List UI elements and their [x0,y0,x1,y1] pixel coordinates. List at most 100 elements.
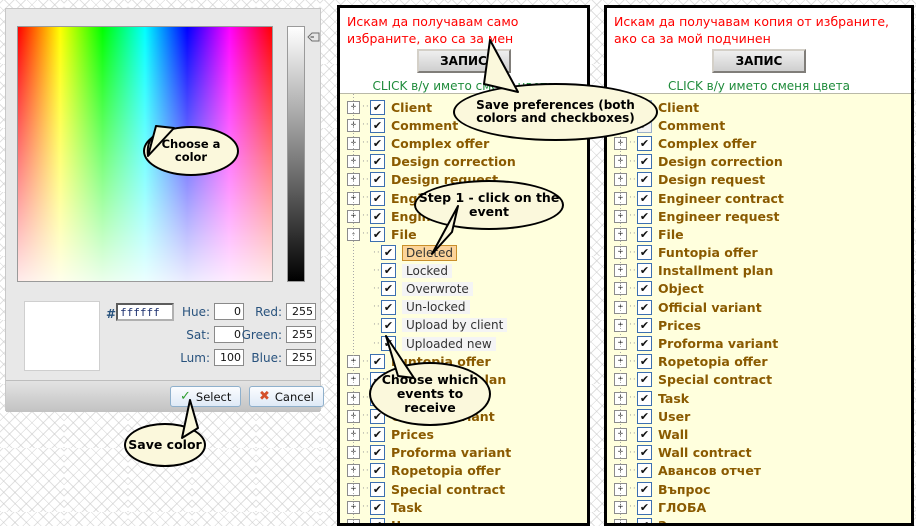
tree-row[interactable]: +··✔Ropetopia offer [340,462,587,480]
tree-row-label[interactable]: Comment [658,118,725,133]
tree-row[interactable]: +··✔Въпрос [607,480,911,498]
checkbox-icon[interactable]: ✔ [370,117,385,133]
checkbox-icon[interactable]: ✔ [637,499,652,515]
tree-row-label[interactable]: Task [391,500,422,515]
checkbox-icon[interactable]: ✔ [370,463,385,479]
tree-row-label[interactable]: Un-locked [402,300,470,315]
tree-row-label[interactable]: Locked [402,263,452,278]
hue-input[interactable] [214,303,244,320]
tree-row[interactable]: ·· ✔ Overwrote [340,280,587,298]
tree-row[interactable]: +··✔Official variant [607,298,911,316]
tree-row[interactable]: +··✔Object [607,280,911,298]
tree-row-label[interactable]: Design correction [658,154,783,169]
tree-row-label[interactable]: Proforma variant [658,336,778,351]
tree-row[interactable]: +··✔Special contract [340,480,587,498]
tree-row-label[interactable]: Wall contract [658,445,752,460]
checkbox-icon[interactable]: ✔ [381,299,396,315]
tree-row[interactable]: +··✔Ropetopia offer [607,353,911,371]
luminance-slider[interactable] [287,26,305,282]
checkbox-icon[interactable]: ✔ [370,154,385,170]
tree-row-label[interactable]: Prices [658,318,701,333]
tree-row-label[interactable]: Funtopia offer [658,245,758,260]
checkbox-icon[interactable]: ✔ [370,172,385,188]
checkbox-icon[interactable]: ✔ [381,263,396,279]
tree-row[interactable]: +··✔Task [607,389,911,407]
checkbox-icon[interactable]: ✔ [370,445,385,461]
tree-row[interactable]: +··✔Wall contract [607,444,911,462]
tree-row[interactable]: +··✔Engineer request [607,207,911,225]
tree-row-label[interactable]: Official variant [658,300,762,315]
tree-row-label[interactable]: Client [658,100,699,115]
checkbox-icon[interactable]: ✔ [637,245,652,261]
luminance-slider-thumb-icon[interactable] [307,27,320,42]
checkbox-icon[interactable]: ✔ [370,499,385,515]
tree-row-label[interactable]: Complex offer [658,136,756,151]
tree-row-label[interactable]: Special contract [391,482,505,497]
tree-row[interactable]: +··✔ГЛОБА [607,498,911,516]
tree-row[interactable]: +··✔Prices [607,316,911,334]
tree-row-label[interactable]: Въпрос [658,482,711,497]
tree-row-label[interactable]: ГЛОБА [658,500,706,515]
checkbox-icon[interactable]: ✔ [637,408,652,424]
tree-row-label[interactable]: Ropetopia offer [658,354,768,369]
cancel-button[interactable]: ✖ Cancel [249,386,324,407]
checkbox-icon[interactable]: ✔ [370,426,385,442]
tree-row[interactable]: +··✔Engineer contract [607,189,911,207]
tree-row[interactable]: +··✔Proforma variant [607,334,911,352]
tree-row[interactable]: +··✔Design request [607,171,911,189]
tree-row[interactable]: +··✔Installment plan [607,262,911,280]
checkbox-icon[interactable]: ✔ [370,135,385,151]
tree-row[interactable]: +··✔Task [340,498,587,516]
checkbox-icon[interactable]: ✔ [637,390,652,406]
checkbox-icon[interactable]: ✔ [637,336,652,352]
checkbox-icon[interactable]: ✔ [637,190,652,206]
tree-row[interactable]: ·· ✔ Locked [340,262,587,280]
checkbox-icon[interactable]: ✔ [637,135,652,151]
tree-row-label[interactable]: Special contract [658,372,772,387]
tree-row[interactable]: +··✔Design correction [607,153,911,171]
tree-row[interactable]: +··✔Prices [340,425,587,443]
middle-event-tree[interactable]: +··✔Client+··✔Comment+··✔Complex offer+·… [340,93,587,523]
tree-row-label[interactable]: Design correction [391,154,516,169]
tree-row-label[interactable]: User [391,518,423,523]
tree-row-label[interactable]: Comment [391,118,458,133]
tree-row-label[interactable]: Client [391,100,432,115]
tree-row-label[interactable]: Wall [658,427,688,442]
tree-row-label[interactable]: Complex offer [391,136,489,151]
tree-row-label[interactable]: Prices [391,427,434,442]
checkbox-icon[interactable]: ✔ [637,263,652,279]
tree-row[interactable]: +··✔Завод [607,516,911,523]
tree-row[interactable]: +··✔Design correction [340,153,587,171]
tree-row[interactable]: +··✔Complex offer [607,134,911,152]
tree-row[interactable]: ·· ✔ Un-locked [340,298,587,316]
hex-input[interactable] [116,303,174,321]
tree-row-label[interactable]: Ropetopia offer [391,463,501,478]
tree-row[interactable]: +··✔Wall [607,425,911,443]
tree-row-label[interactable]: User [658,409,690,424]
tree-row[interactable]: +··✔Special contract [607,371,911,389]
blue-input[interactable] [286,349,316,366]
red-input[interactable] [286,303,316,320]
right-save-button[interactable]: ЗАПИС [712,49,806,73]
tree-row[interactable]: +··✔Авансов отчет [607,462,911,480]
checkbox-icon[interactable]: ✔ [637,226,652,242]
checkbox-icon[interactable]: ✔ [637,517,652,523]
checkbox-icon[interactable]: ✔ [637,445,652,461]
checkbox-icon[interactable]: ✔ [637,208,652,224]
tree-row[interactable]: +··✔File [607,225,911,243]
tree-row-label[interactable]: Engineer contract [658,191,784,206]
checkbox-icon[interactable]: ✔ [637,426,652,442]
checkbox-icon[interactable]: ✔ [370,481,385,497]
tree-row-label[interactable]: Proforma variant [391,445,511,460]
checkbox-icon[interactable]: ✔ [637,281,652,297]
checkbox-icon[interactable]: ✔ [637,154,652,170]
checkbox-icon[interactable]: ✔ [637,299,652,315]
tree-row-label[interactable]: Авансов отчет [658,463,761,478]
tree-row-label[interactable]: Завод [658,518,702,523]
tree-row[interactable]: +··✔User [340,516,587,523]
checkbox-icon[interactable]: ✔ [637,372,652,388]
tree-row-label[interactable]: Design request [658,172,765,187]
tree-row[interactable]: +··✔Funtopia offer [607,244,911,262]
tree-row-label[interactable]: File [658,227,684,242]
tree-row-label[interactable]: Engineer request [658,209,779,224]
